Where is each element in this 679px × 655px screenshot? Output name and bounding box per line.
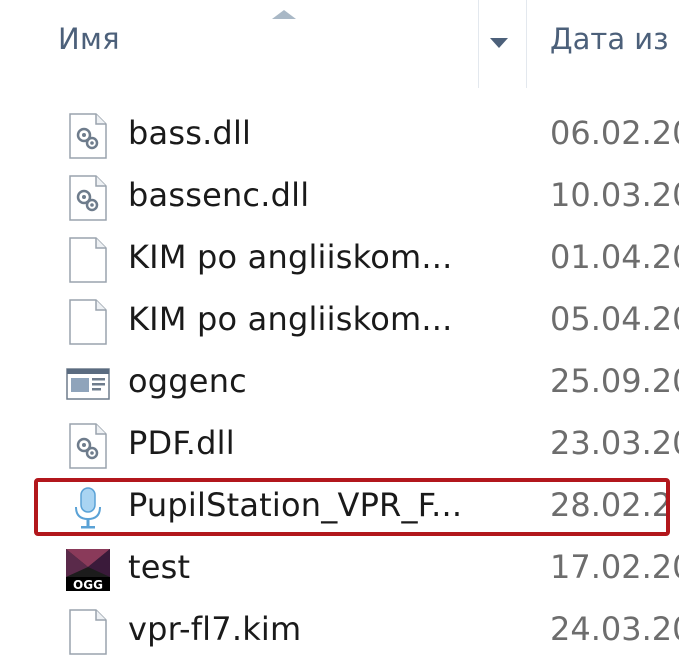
blank-file-icon — [69, 299, 107, 345]
file-row[interactable]: oggenc 25.09.20 — [0, 352, 679, 414]
file-date: 10.03.20 — [550, 176, 679, 214]
file-row[interactable]: KIM po angliiskom... 05.04.20 — [0, 290, 679, 352]
file-list: bass.dll 06.02.20 bassenc.dll 10.03.20 K… — [0, 96, 679, 655]
name-column-header[interactable]: Имя — [58, 22, 120, 56]
file-name: bass.dll — [128, 114, 252, 152]
dll-file-icon — [69, 175, 107, 221]
dll-file-icon — [69, 113, 107, 159]
file-row[interactable]: vpr-fl7.kim 24.03.20 — [0, 600, 679, 655]
dll-file-icon — [69, 423, 107, 469]
file-date: 23.03.20 — [550, 424, 679, 462]
file-date: 25.09.20 — [550, 362, 679, 400]
file-date: 24.03.20 — [550, 610, 679, 648]
file-row[interactable]: OGG test 17.02.20 — [0, 538, 679, 600]
blank-file-icon — [69, 237, 107, 283]
ogg-file-icon: OGG — [66, 549, 110, 592]
file-name: bassenc.dll — [128, 176, 310, 214]
date-modified-column-header[interactable]: Дата из — [550, 22, 669, 56]
column-divider[interactable] — [478, 0, 479, 88]
file-row[interactable]: PDF.dll 23.03.20 — [0, 414, 679, 476]
file-name: PDF.dll — [128, 424, 235, 462]
highlight-box — [34, 478, 670, 536]
blank-file-icon — [69, 609, 107, 655]
file-date: 17.02.20 — [550, 548, 679, 586]
file-name: test — [128, 548, 191, 586]
column-divider[interactable] — [526, 0, 527, 88]
file-name: KIM po angliiskom... — [128, 300, 453, 338]
column-header: Имя Дата из — [0, 0, 679, 96]
file-row[interactable]: bassenc.dll 10.03.20 — [0, 166, 679, 228]
file-name: vpr-fl7.kim — [128, 610, 302, 648]
file-name: oggenc — [128, 362, 247, 400]
svg-text:OGG: OGG — [73, 578, 103, 592]
file-name: KIM po angliiskom... — [128, 238, 453, 276]
file-row[interactable]: KIM po angliiskom... 01.04.20 — [0, 228, 679, 290]
console-app-icon — [66, 368, 110, 400]
file-date: 05.04.20 — [550, 300, 679, 338]
file-date: 06.02.20 — [550, 114, 679, 152]
file-row[interactable]: bass.dll 06.02.20 — [0, 104, 679, 166]
column-filter-dropdown-icon[interactable] — [490, 38, 508, 48]
sort-ascending-icon[interactable] — [272, 10, 296, 19]
file-date: 01.04.20 — [550, 238, 679, 276]
